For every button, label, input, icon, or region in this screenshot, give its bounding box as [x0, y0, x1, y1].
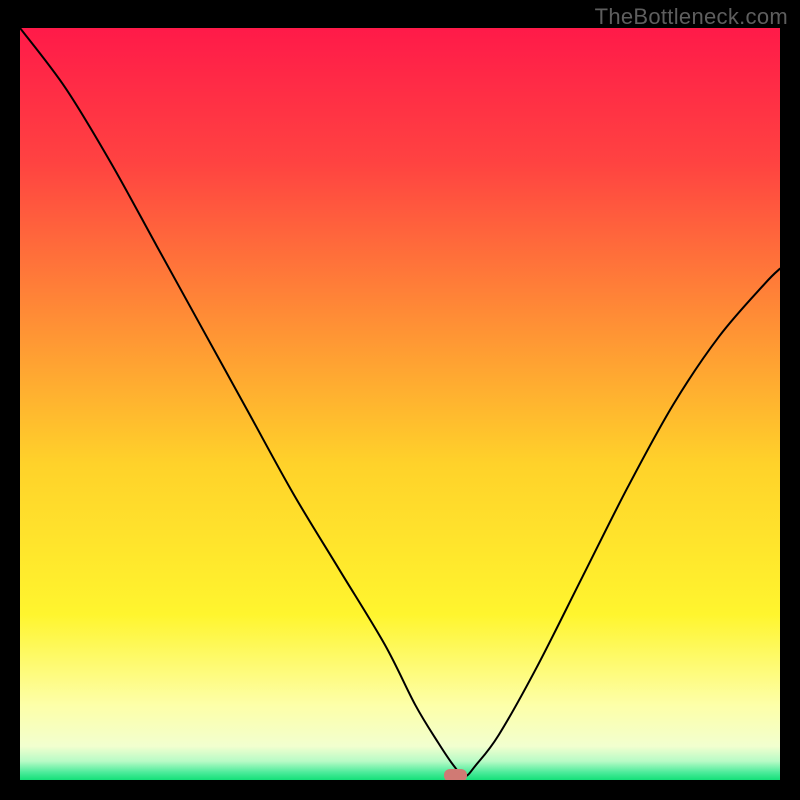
curve-path [20, 28, 780, 776]
plot-area [20, 28, 780, 780]
min-marker [444, 769, 467, 780]
watermark-text: TheBottleneck.com [595, 4, 788, 30]
chart-stage: TheBottleneck.com [0, 0, 800, 800]
bottleneck-curve [20, 28, 780, 780]
